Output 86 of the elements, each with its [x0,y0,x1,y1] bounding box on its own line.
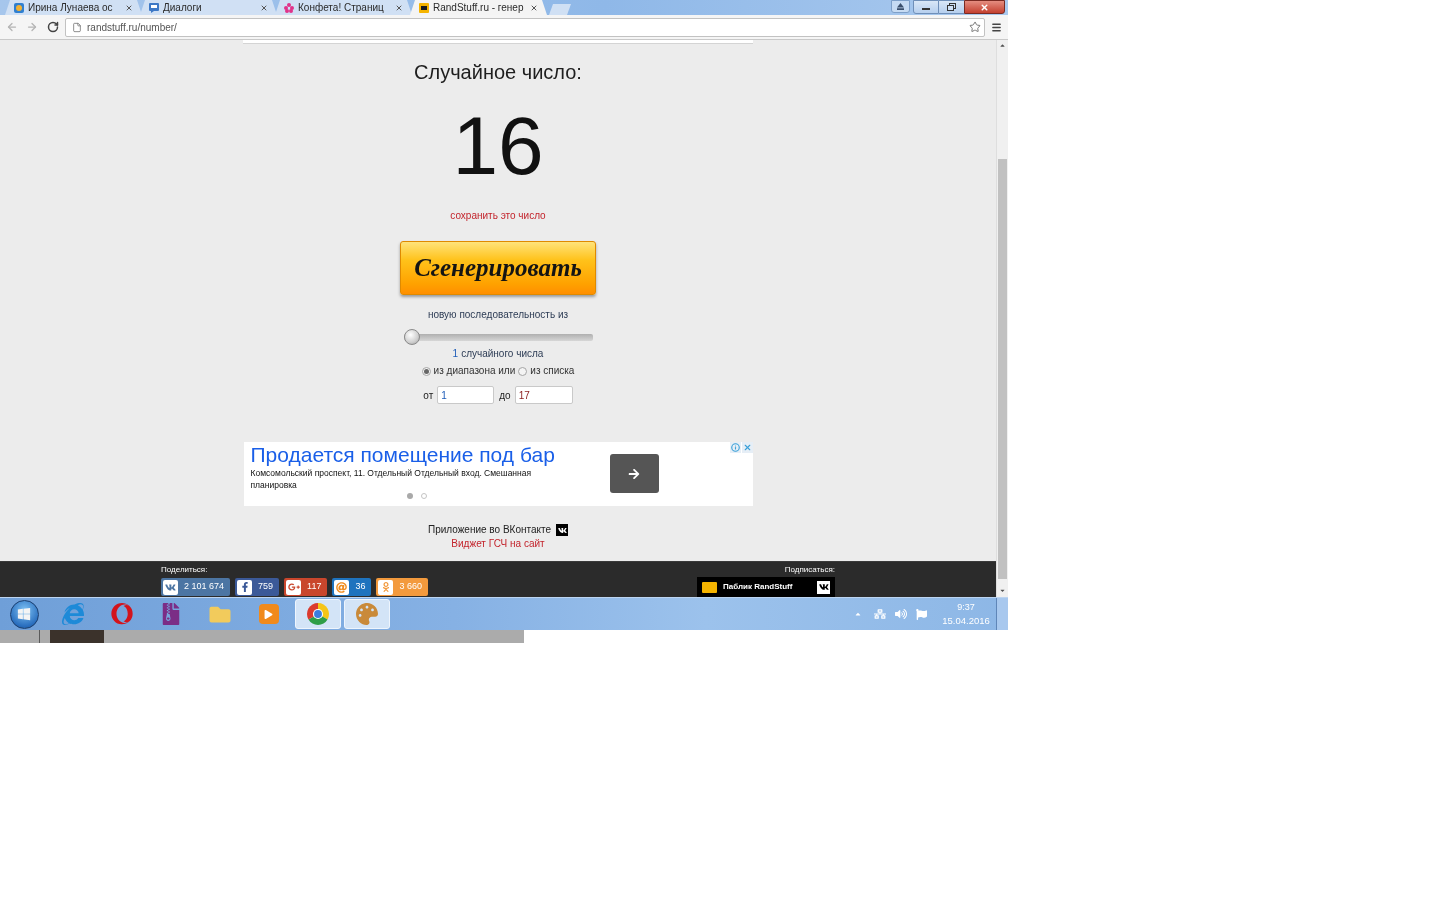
caret-up-icon[interactable] [999,42,1006,49]
minimize-icon [922,8,930,10]
radio-label: из списка [530,365,575,377]
info-icon[interactable] [729,442,741,453]
radio-label: из диапазона или [433,365,516,377]
from-input[interactable]: 1 [437,386,495,404]
start-button[interactable] [9,599,39,629]
close-icon[interactable] [530,3,538,12]
to-label: до [499,388,511,403]
browser-tab[interactable]: Диалоги [140,0,277,15]
scrollbar-thumb[interactable] [998,159,1007,579]
new-tab-button[interactable] [549,4,571,15]
paint-palette-icon [355,603,378,625]
forward-icon[interactable] [26,21,38,33]
close-icon[interactable] [741,442,753,453]
opera-icon [110,603,133,625]
browser-tab[interactable]: Конфета! Страниц [275,0,412,15]
count-label: случайного числа [461,348,544,360]
facebook-logo-icon [237,579,253,595]
minimize-button[interactable] [913,0,939,14]
logo-icon [702,581,717,593]
flag-icon[interactable] [916,608,927,620]
count-value: 1 [452,348,459,360]
public-page-link[interactable]: Паблик RandStuff [697,577,835,597]
speaker-icon[interactable] [895,608,907,620]
vk-logo-icon[interactable] [556,524,569,536]
caret-down-icon[interactable] [999,587,1006,594]
network-icon[interactable] [874,608,886,620]
share-label: Поделиться: [161,565,209,575]
archive-icon [160,603,181,625]
chrome-icon [306,603,329,625]
photo-placeholder [50,630,104,643]
reload-icon[interactable] [47,21,59,33]
google-plus-logo-icon [286,579,302,595]
restore-icon [947,3,956,11]
odnoklassniki-logo-icon [378,579,394,595]
from-label: от [423,388,434,403]
close-icon[interactable] [260,3,268,12]
windows-logo-icon [17,607,31,621]
eject-icon [896,3,905,10]
share-button[interactable]: 759 [235,578,280,596]
vk-app-label: Приложение во ВКонтакте [427,523,552,537]
heading: Случайное число: [414,60,582,84]
close-icon[interactable] [125,3,133,12]
ad-title[interactable]: Продается помещение под бар [250,442,604,467]
at-sign-icon [334,579,350,595]
radio-button[interactable] [421,366,431,376]
radio-button[interactable] [518,366,528,376]
back-icon[interactable] [6,21,18,33]
address-field[interactable]: randstuff.ru/number/ [65,17,985,37]
share-button[interactable]: 117 [284,578,328,596]
random-number: 16 [452,105,544,187]
taskbar-app-button[interactable] [343,599,390,629]
save-number-link[interactable]: сохранить это число [450,210,546,222]
page-icon [72,21,82,33]
close-icon [980,2,989,12]
share-button[interactable]: 2 101 674 [161,578,231,596]
bookmark-star-icon[interactable] [969,21,981,33]
flower-icon [284,2,294,13]
restore-button[interactable] [939,0,964,14]
next-button[interactable] [609,454,659,493]
browser-tab[interactable]: Ирина Лунаева ос [5,0,142,15]
close-icon[interactable] [395,3,403,12]
browser-tab[interactable]: RandStuff.ru - генер [410,0,547,15]
sequence-label: новую последовательность из [427,309,569,321]
share-button[interactable]: 36 [332,578,372,596]
internet-explorer-icon [61,603,84,625]
widget-link[interactable]: Виджет ГСЧ на сайт [451,538,545,550]
logo-icon [419,2,429,13]
ad-text: Комсомольский проспект, 11. Отдельный Отдельный вход. Смешанная планировка [250,467,533,491]
vk-logo-icon [817,580,830,594]
show-desktop-button[interactable] [996,598,1008,630]
generate-button[interactable]: Сгенерировать [400,241,596,295]
menu-icon[interactable] [991,21,1002,33]
slider-thumb[interactable] [403,328,420,345]
taskbar-app-button[interactable] [294,599,341,629]
close-window-button[interactable] [964,0,1005,14]
to-input[interactable]: 17 [514,386,573,404]
chat-bubble-icon [149,2,159,13]
arrow-right-icon [628,467,640,480]
round-favicon-icon [14,2,24,13]
vk-logo-icon [163,579,178,595]
caret-up-icon[interactable] [854,610,862,618]
subscribe-label: Подписаться: [784,565,835,575]
media-player-icon [258,604,279,624]
profile-button[interactable] [891,0,910,13]
